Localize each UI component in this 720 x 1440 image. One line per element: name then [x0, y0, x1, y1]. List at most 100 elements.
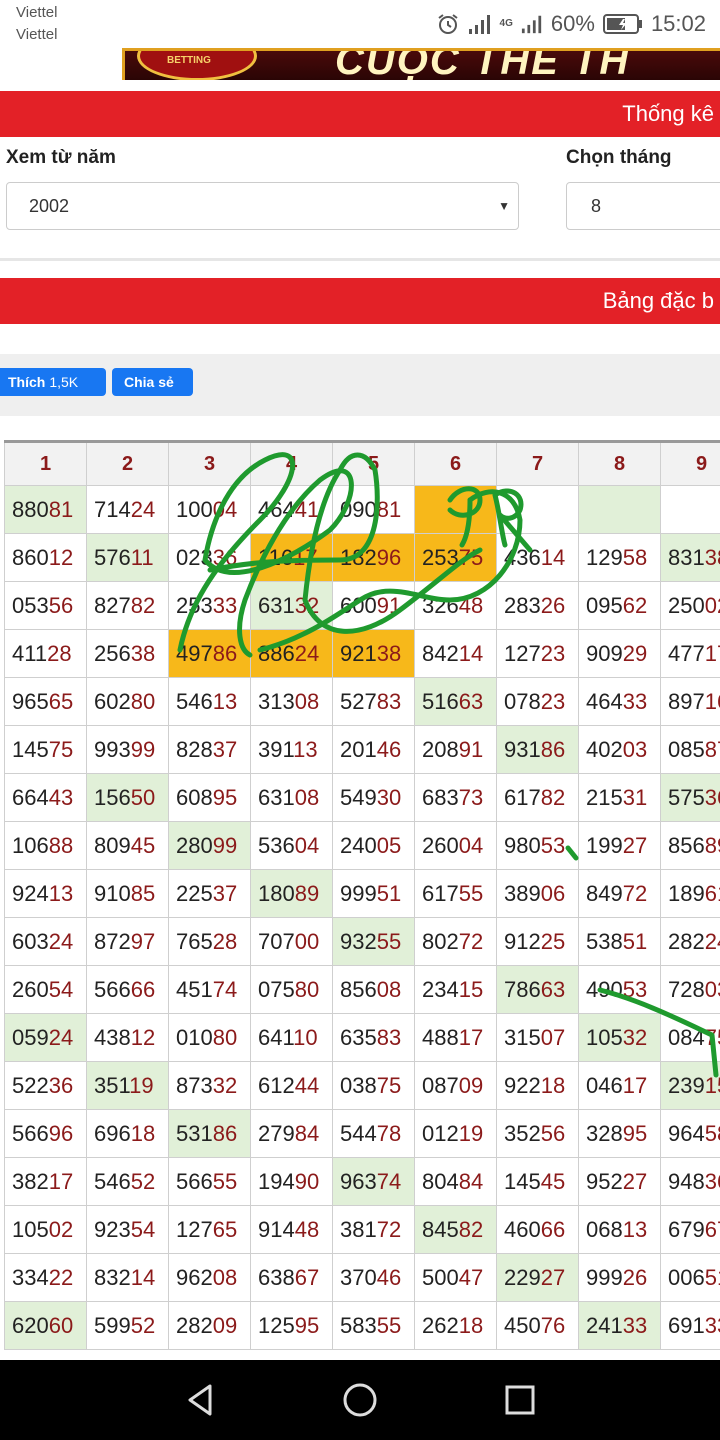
result-last-two-digits: 18 [458, 1312, 484, 1338]
result-cell: 45174 [168, 965, 251, 1014]
result-last-two-digits: 10 [293, 1024, 318, 1050]
result-cell: 01219 [414, 1109, 497, 1158]
result-cell: 89716 [660, 677, 720, 726]
result-last-two-digits: 31 [622, 784, 648, 810]
recent-apps-icon[interactable] [500, 1380, 540, 1420]
result-last-two-digits: 80 [130, 688, 156, 714]
result-cell: 24133 [578, 1301, 661, 1350]
result-cell: 19927 [578, 821, 661, 870]
home-icon[interactable] [340, 1380, 380, 1420]
result-prefix: 583 [340, 1312, 377, 1338]
result-prefix: 260 [422, 832, 459, 858]
result-prefix: 999 [586, 1264, 623, 1290]
month-select[interactable]: 8 [566, 182, 720, 230]
result-prefix: 897 [668, 688, 705, 714]
result-prefix: 828 [176, 736, 213, 762]
result-prefix: 707 [258, 928, 295, 954]
result-cell: 53604 [250, 821, 333, 870]
result-last-two-digits: 78 [376, 1120, 402, 1146]
result-last-two-digits: 26 [622, 1264, 648, 1290]
result-cell: 46441 [250, 485, 333, 534]
result-prefix: 599 [94, 1312, 131, 1338]
clock-time: 15:02 [650, 11, 706, 36]
result-cell: 96374 [332, 1157, 415, 1206]
table-row: 41128 25638 49786 88624 92138 84214 12723 90929… [4, 629, 720, 678]
result-last-two-digits: 36 [704, 1168, 720, 1194]
table-row: 10502 92354 12765 91448 38172 84582 46066 06813… [4, 1205, 720, 1254]
result-last-two-digits: 55 [376, 928, 402, 954]
back-icon[interactable] [180, 1380, 220, 1420]
result-prefix: 234 [422, 976, 459, 1002]
result-last-two-digits: 90 [294, 1168, 320, 1194]
result-prefix: 538 [586, 928, 623, 954]
result-prefix: 617 [422, 880, 459, 906]
like-count: 1,5K [49, 374, 79, 390]
result-cell: 92354 [86, 1205, 169, 1254]
result-cell: 85608 [332, 965, 415, 1014]
result-prefix: 617 [504, 784, 541, 810]
result-prefix: 260 [12, 976, 49, 1002]
result-cell: 49786 [168, 629, 251, 678]
result-cell: 35256 [496, 1109, 579, 1158]
result-prefix: 023 [176, 544, 213, 570]
result-last-two-digits: 44 [294, 1072, 320, 1098]
result-last-two-digits: 66 [130, 976, 156, 1002]
result-last-two-digits: 72 [376, 1216, 402, 1242]
result-cell: 35119 [86, 1061, 169, 1110]
result-cell: 02336 [168, 533, 251, 582]
result-cell: 10532 [578, 1013, 661, 1062]
share-button[interactable]: Chia sẻ [112, 368, 193, 396]
result-cell: 24005 [332, 821, 415, 870]
result-last-two-digits: 54 [130, 1216, 156, 1242]
month-filter-label: Chọn tháng [566, 147, 672, 168]
result-cell: 31507 [496, 1013, 579, 1062]
result-prefix: 225 [176, 880, 213, 906]
year-select[interactable]: 2002 ▼ [6, 182, 519, 230]
result-last-two-digits: 37 [212, 880, 238, 906]
result-last-two-digits: 05 [376, 832, 402, 858]
result-cell: 48817 [414, 1013, 497, 1062]
result-cell: 63867 [250, 1253, 333, 1302]
social-bar: Thích 1,5K Chia sẻ [0, 354, 720, 416]
result-prefix: 253 [422, 544, 459, 570]
result-prefix: 106 [12, 832, 49, 858]
result-cell: 04617 [578, 1061, 661, 1110]
result-last-two-digits: 24 [704, 928, 720, 954]
result-prefix: 831 [668, 544, 705, 570]
ad-banner[interactable]: BETTING CUỘC THỂ TH [122, 48, 720, 80]
result-last-two-digits: 14 [458, 640, 484, 666]
result-cell: 14545 [496, 1157, 579, 1206]
result-cell: 39113 [250, 725, 333, 774]
result-cell: 82837 [168, 725, 251, 774]
result-last-two-digits: 48 [294, 1216, 320, 1242]
divider [0, 258, 720, 261]
result-prefix: 256 [94, 640, 131, 666]
result-prefix: 638 [258, 1264, 295, 1290]
result-prefix: 845 [422, 1216, 459, 1242]
result-cell: 96208 [168, 1253, 251, 1302]
results-table-container[interactable]: 123456789 88081 71424 10004 46441 09081 86012… [0, 440, 720, 1362]
table-row: 62060 59952 28209 12595 58355 26218 45076 24133… [4, 1301, 720, 1350]
result-last-two-digits: 38 [130, 640, 156, 666]
result-cell: 28099 [168, 821, 251, 870]
result-prefix: 156 [94, 784, 131, 810]
result-prefix: 068 [586, 1216, 623, 1242]
result-prefix: 240 [340, 832, 377, 858]
result-last-two-digits: 11 [130, 544, 154, 570]
result-last-two-digits: 82 [540, 784, 566, 810]
result-cell: 92138 [332, 629, 415, 678]
column-header: 2 [86, 441, 169, 486]
network-type-label: 4G [499, 18, 513, 29]
result-cell: 60091 [332, 581, 415, 630]
result-last-two-digits: 09 [212, 1312, 238, 1338]
result-last-two-digits: 02 [48, 1216, 74, 1242]
like-button[interactable]: Thích 1,5K [0, 368, 106, 396]
result-cell: 25002 [660, 581, 720, 630]
carrier-label-secondary: Viettel [16, 26, 58, 43]
result-cell: 91225 [496, 917, 579, 966]
result-last-two-digits: 83 [376, 688, 402, 714]
alarm-icon [436, 12, 460, 36]
result-prefix: 932 [340, 928, 377, 954]
result-cell: 18089 [250, 869, 333, 918]
result-cell: 68373 [414, 773, 497, 822]
